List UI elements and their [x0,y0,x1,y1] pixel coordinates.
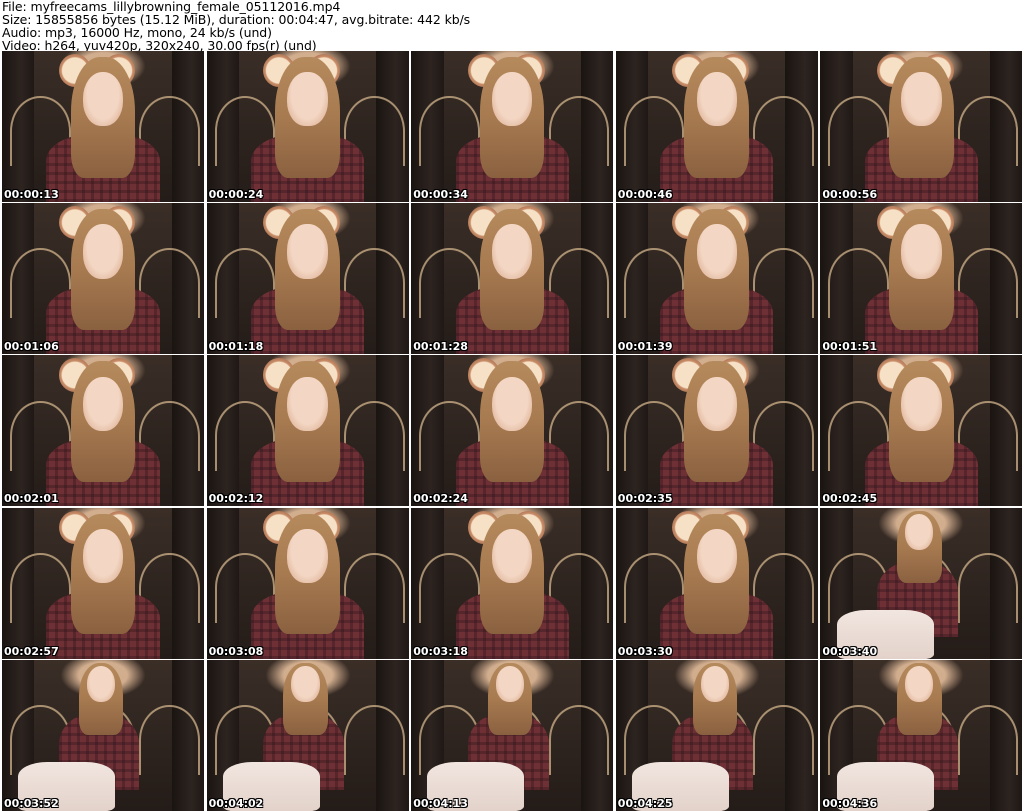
thumbnail-grid: 00:00:13 00:00:24 00:00:34 00:00:46 00:00:56… [0,51,1024,811]
thumbnail-timestamp: 00:02:01 [4,492,59,506]
video-thumbnail: 00:03:40 [820,507,1023,659]
person-face [700,665,729,703]
thumbnail-timestamp: 00:04:02 [208,796,264,810]
thumbnail-timestamp: 00:00:56 [822,188,878,201]
person-face [696,224,737,279]
video-thumbnail: 00:02:35 [615,355,818,507]
thumbnail-timestamp: 00:03:52 [4,796,59,810]
video-thumbnail: 00:01:28 [411,203,614,355]
headboard-arch [753,705,814,776]
video-thumbnail: 00:04:13 [411,659,614,811]
person-face [82,528,124,584]
video-thumbnail: 00:03:30 [615,507,818,659]
thumbnail-timestamp: 00:01:28 [413,340,468,354]
person-face [86,665,116,703]
thumbnail-timestamp: 00:02:45 [822,492,878,506]
thumbnail-timestamp: 00:01:51 [822,340,878,354]
video-thumbnail: 00:00:24 [206,51,409,202]
person-face [905,665,934,703]
thumbnail-timestamp: 00:01:06 [4,340,59,354]
person-face [82,224,124,279]
thumbnail-timestamp: 00:02:12 [208,492,264,506]
video-thumbnail: 00:02:57 [2,507,204,659]
headboard-arch [957,552,1019,623]
thumbnail-timestamp: 00:04:25 [617,796,673,810]
headboard-arch [548,705,610,776]
person-face [82,376,124,431]
person-face [696,528,737,584]
thumbnail-timestamp: 00:02:35 [617,492,673,506]
person-face [496,665,525,703]
person-face [901,72,942,127]
video-thumbnail: 00:03:52 [2,659,204,811]
thumbnail-timestamp: 00:03:30 [617,644,673,658]
thumbnail-timestamp: 00:00:34 [413,188,468,201]
video-thumbnail: 00:00:46 [615,51,818,202]
thumbnail-timestamp: 00:04:36 [822,796,878,810]
person-face [901,224,942,279]
person-face [82,72,124,127]
person-face [901,376,942,431]
person-face [905,513,934,550]
person-face [696,376,737,431]
video-thumbnail: 00:04:02 [206,659,409,811]
thumbnail-timestamp: 00:01:18 [208,340,264,354]
video-thumbnail: 00:00:13 [2,51,204,202]
person-face [287,376,328,431]
thumbnail-timestamp: 00:04:13 [413,796,468,810]
video-thumbnail: 00:01:51 [820,203,1023,355]
thumbnail-timestamp: 00:03:40 [822,644,878,658]
headboard-arch [139,705,200,776]
thumbnail-timestamp: 00:01:39 [617,340,673,354]
thumbnail-timestamp: 00:02:24 [413,492,468,506]
video-thumbnail: 00:01:18 [206,203,409,355]
video-thumbnail: 00:02:45 [820,355,1023,507]
person-face [287,528,328,584]
thumbnail-timestamp: 00:00:24 [208,188,264,201]
headboard-arch [343,705,405,776]
thumbnail-timestamp: 00:02:57 [4,644,59,658]
video-thumbnail: 00:01:06 [2,203,204,355]
video-thumbnail: 00:04:36 [820,659,1023,811]
video-thumbnail: 00:00:34 [411,51,614,202]
video-thumbnail: 00:03:08 [206,507,409,659]
thumbnail-timestamp: 00:03:08 [208,644,264,658]
video-thumbnail: 00:03:18 [411,507,614,659]
person-face [291,665,320,703]
video-thumbnail: 00:02:12 [206,355,409,507]
person-face [491,72,533,127]
video-thumbnail: 00:04:25 [615,659,818,811]
person-face [287,72,328,127]
person-face [696,72,737,127]
thumbnail-timestamp: 00:03:18 [413,644,468,658]
person-face [491,376,533,431]
video-thumbnail: 00:02:24 [411,355,614,507]
headboard-arch [957,705,1019,776]
person-face [491,528,533,584]
person-face [287,224,328,279]
thumbnail-timestamp: 00:00:46 [617,188,673,201]
person-face [491,224,533,279]
thumbnail-timestamp: 00:00:13 [4,188,59,201]
file-info-header: File: myfreecams_lillybrowning_female_05… [2,0,1022,52]
video-thumbnail: 00:00:56 [820,51,1023,202]
video-thumbnail: 00:01:39 [615,203,818,355]
video-thumbnail: 00:02:01 [2,355,204,507]
